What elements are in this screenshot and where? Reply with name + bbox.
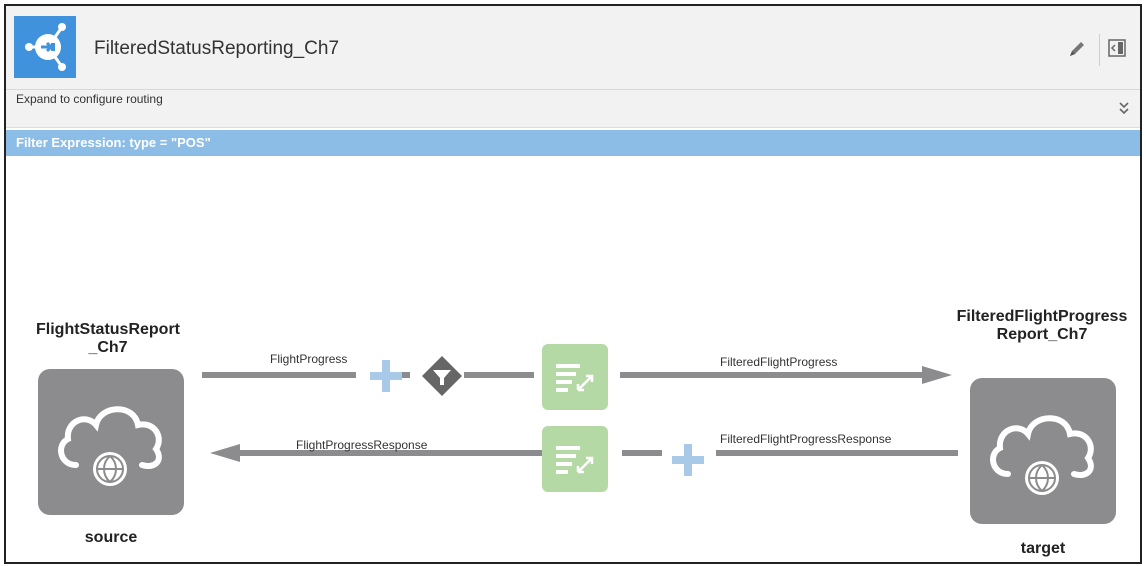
- routing-app-icon: [14, 16, 76, 78]
- response-mapper-tile[interactable]: [542, 426, 608, 492]
- plus-icon: [370, 360, 402, 392]
- response-target-label: FilteredFlightProgressResponse: [720, 432, 892, 446]
- request-source-label: FlightProgress: [270, 352, 348, 366]
- response-source-label: FlightProgressResponse: [296, 438, 428, 452]
- cloud-globe-icon: [990, 415, 1094, 495]
- request-mapper-tile[interactable]: [542, 344, 608, 410]
- response-wire-mapper: [622, 450, 662, 456]
- panel-toggle-icon[interactable]: [1108, 39, 1126, 57]
- cloud-globe-icon: [58, 406, 162, 486]
- source-name: FlightStatusReport_Ch7: [36, 321, 180, 356]
- mapper-icon: [556, 446, 594, 474]
- filter-expression-bar[interactable]: Filter Expression: type = "POS": [6, 130, 1140, 156]
- target-node[interactable]: [970, 378, 1116, 524]
- response-wire-target: [716, 450, 958, 456]
- header-divider: [1099, 34, 1100, 66]
- plus-icon: [672, 444, 704, 476]
- add-action-request-button[interactable]: [368, 358, 404, 394]
- integration-title: FilteredStatusReporting_Ch7: [94, 38, 340, 59]
- filter-expression-text: Filter Expression: type = "POS": [16, 135, 211, 150]
- routing-canvas: FlightStatusReport_Ch7 source FilteredFl…: [6, 156, 1140, 562]
- source-role-label: source: [84, 529, 138, 546]
- target-name: FilteredFlightProgressReport_Ch7: [956, 308, 1128, 343]
- response-arrowhead: [210, 444, 240, 462]
- request-wire-target: [620, 372, 928, 378]
- target-role-label: target: [1020, 540, 1066, 557]
- expand-routing-text: Expand to configure routing: [16, 92, 163, 106]
- request-arrowhead: [922, 366, 952, 384]
- request-wire-filter: [464, 372, 534, 378]
- expand-chevron-icon[interactable]: [1116, 100, 1132, 118]
- source-node[interactable]: [38, 369, 184, 515]
- edit-pencil-icon[interactable]: [1066, 38, 1088, 60]
- integration-frame: FilteredStatusReporting_Ch7 Expand to co…: [4, 4, 1142, 564]
- filter-node[interactable]: [422, 356, 462, 396]
- expand-routing-bar[interactable]: Expand to configure routing: [6, 90, 1140, 128]
- header: FilteredStatusReporting_Ch7: [6, 6, 1140, 90]
- request-wire-source: [202, 372, 356, 378]
- filter-funnel-icon: [422, 356, 462, 396]
- request-target-label: FilteredFlightProgress: [720, 355, 838, 369]
- add-action-response-button[interactable]: [670, 442, 706, 478]
- mapper-icon: [556, 364, 594, 392]
